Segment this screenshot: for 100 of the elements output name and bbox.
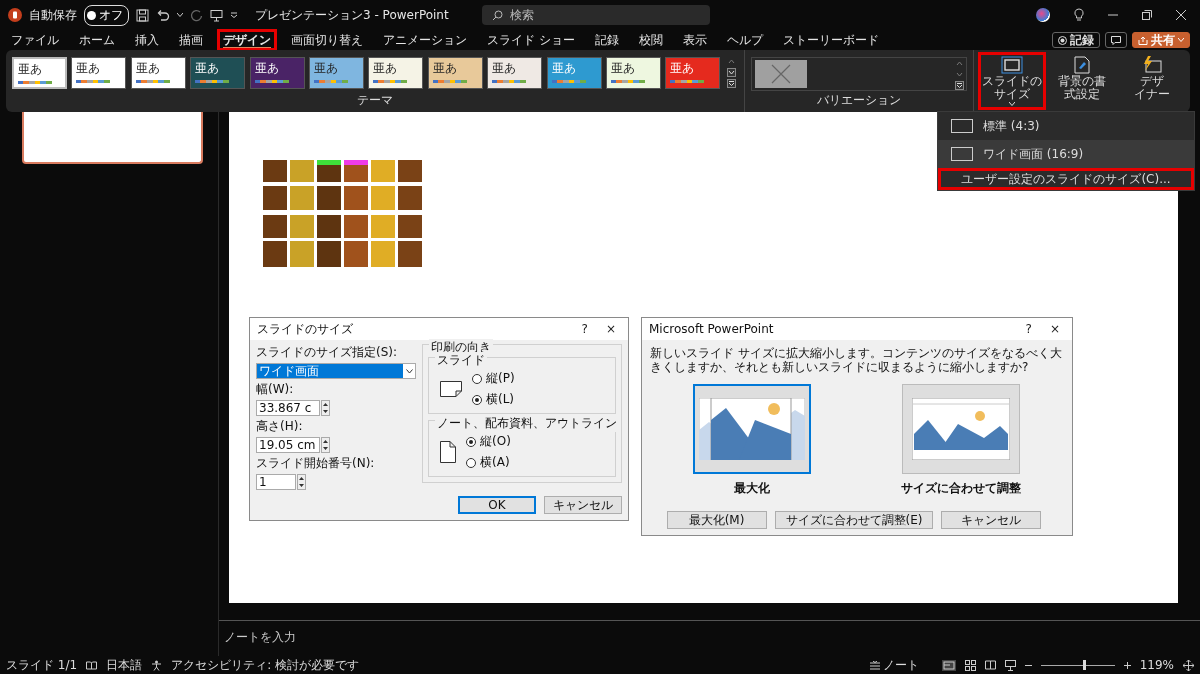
menu-item[interactable]: ワイド画面 (16:9) xyxy=(938,140,1194,168)
scroll-down-button[interactable] xyxy=(726,68,736,77)
swatch-strip xyxy=(670,80,705,83)
option-label: サイズに合わせて調整 xyxy=(901,480,1021,497)
restore-icon[interactable] xyxy=(1142,10,1152,20)
number-field[interactable]: 19.05 cm xyxy=(256,437,320,453)
theme-thumbnail[interactable]: 亜あ xyxy=(308,57,364,89)
save-icon[interactable] xyxy=(136,8,149,22)
more-button[interactable] xyxy=(726,79,736,88)
ribbon-button[interactable]: スライドの サイズ xyxy=(978,52,1046,110)
cross-icon xyxy=(771,64,791,84)
slide-frame-icon xyxy=(1001,56,1023,74)
book-icon[interactable] xyxy=(86,660,98,670)
grid-view-icon[interactable] xyxy=(964,659,976,671)
ribbon-tab[interactable]: ヘルプ xyxy=(720,31,769,49)
caret-icon xyxy=(406,368,413,374)
ribbon-tab[interactable]: 挿入 xyxy=(129,31,165,49)
theme-thumbnail[interactable]: 亜あ xyxy=(12,57,67,89)
customize-caret-icon[interactable] xyxy=(230,12,238,18)
language-label[interactable]: 日本語 xyxy=(106,656,143,674)
variant-thumbnail[interactable] xyxy=(755,60,807,88)
spinner-icon[interactable] xyxy=(321,400,330,416)
paint-page-icon xyxy=(1073,56,1091,74)
ribbon-tab[interactable]: ストーリーボード xyxy=(776,31,885,49)
record-button[interactable]: 記録 xyxy=(1052,32,1100,48)
radio-option[interactable]: 縦(O) xyxy=(466,433,511,450)
presenter-icon[interactable] xyxy=(1004,659,1016,671)
spinner-icon[interactable] xyxy=(297,474,306,490)
accessibility-icon[interactable] xyxy=(151,659,163,671)
radio-button[interactable] xyxy=(472,373,482,384)
option-card[interactable] xyxy=(693,384,811,474)
share-icon xyxy=(1138,35,1148,45)
plus-icon[interactable] xyxy=(1123,661,1131,669)
number-field[interactable]: 33.867 c xyxy=(256,400,320,416)
normal-view-icon[interactable] xyxy=(941,659,956,671)
ribbon-button[interactable]: デザ イナー xyxy=(1118,52,1186,110)
theme-thumbnail[interactable]: 亜あ xyxy=(665,57,721,89)
theme-thumbnail[interactable]: 亜あ xyxy=(605,57,661,89)
fit-slide-icon[interactable] xyxy=(1183,659,1194,671)
redo-icon[interactable] xyxy=(190,8,203,22)
ribbon-tab[interactable]: ファイル xyxy=(5,31,65,49)
theme-thumbnail[interactable]: 亜あ xyxy=(368,57,424,89)
caret-icon[interactable] xyxy=(177,13,183,17)
help-button[interactable]: ? xyxy=(1025,322,1032,336)
option-card[interactable] xyxy=(902,384,1020,474)
number-field[interactable]: 1 xyxy=(256,474,296,490)
swatch-strip xyxy=(551,80,586,83)
search-field[interactable]: 検索 xyxy=(482,5,710,25)
dialog-button[interactable]: サイズに合わせて調整(E) xyxy=(774,511,934,529)
menu-item[interactable]: 標準 (4:3) xyxy=(938,112,1194,140)
close-button[interactable]: × xyxy=(1049,322,1060,336)
theme-thumbnail[interactable]: 亜あ xyxy=(249,57,305,89)
ribbon-tab[interactable]: 校閲 xyxy=(632,31,669,49)
zoom-level[interactable]: 119% xyxy=(1139,658,1174,672)
more-button[interactable] xyxy=(955,80,964,90)
close-button[interactable]: × xyxy=(605,322,616,336)
dialog-message: 新しいスライド サイズに拡大縮小します。コンテンツのサイズをなるべく大きくしますか、それとも新しいスライドに収まるように縮小しますか? xyxy=(650,346,1063,374)
comment-button[interactable] xyxy=(1105,32,1127,48)
radio-button[interactable] xyxy=(466,457,476,468)
radio-option[interactable]: 縦(P) xyxy=(472,370,515,387)
ribbon-tab[interactable]: 画面切り替え xyxy=(285,31,369,49)
share-button[interactable]: 共有 xyxy=(1132,32,1190,48)
radio-option[interactable]: 横(A) xyxy=(466,454,511,471)
present-icon[interactable] xyxy=(210,8,223,22)
swatch-strip xyxy=(432,80,467,83)
ribbon-tab[interactable]: 描画 xyxy=(173,31,209,49)
dialog-button[interactable]: キャンセル xyxy=(544,496,622,514)
undo-icon[interactable] xyxy=(156,8,170,22)
slide-thumbnail[interactable] xyxy=(22,112,203,164)
autosave-toggle[interactable]: オフ xyxy=(84,4,129,26)
ribbon-tab[interactable]: スライド ショー xyxy=(481,31,581,49)
theme-thumbnail[interactable]: 亜あ xyxy=(130,57,186,89)
dialog-button[interactable]: キャンセル xyxy=(941,511,1042,529)
radio-button[interactable] xyxy=(472,394,482,405)
lightbulb-icon[interactable] xyxy=(1074,8,1084,22)
radio-option[interactable]: 横(L) xyxy=(472,391,515,408)
notes-prompt[interactable]: ノートを入力 xyxy=(224,630,296,644)
theme-thumbnail[interactable]: 亜あ xyxy=(487,57,543,89)
theme-thumbnail[interactable]: 亜あ xyxy=(71,57,127,89)
slider-thumb[interactable] xyxy=(1082,659,1086,670)
ribbon-tab[interactable]: アニメーション xyxy=(377,31,473,49)
avatar[interactable] xyxy=(1036,8,1050,22)
close-icon[interactable] xyxy=(1176,10,1186,20)
ribbon-tab[interactable]: 表示 xyxy=(676,31,713,49)
field-label: 高さ(H): xyxy=(256,418,304,435)
theme-thumbnail[interactable]: 亜あ xyxy=(427,57,483,89)
menu-item[interactable]: ユーザー設定のスライドのサイズ(C)... xyxy=(938,168,1194,190)
spinner-icon[interactable] xyxy=(321,437,330,453)
help-button[interactable]: ? xyxy=(581,322,588,336)
reading-view-icon[interactable] xyxy=(984,660,996,670)
size-dropdown[interactable]: ワイド画面 xyxy=(256,363,416,379)
ribbon-tab[interactable]: ホーム xyxy=(73,31,121,49)
accessibility-status[interactable]: アクセシビリティ: 検討が必要です xyxy=(171,656,359,674)
ribbon-tab[interactable]: 記録 xyxy=(588,31,625,49)
radio-button[interactable] xyxy=(466,436,476,447)
ribbon-button[interactable]: 背景の書 式設定 xyxy=(1048,52,1116,110)
theme-thumbnail[interactable]: 亜あ xyxy=(190,57,246,89)
dialog-button[interactable]: OK xyxy=(458,496,536,514)
dialog-button[interactable]: 最大化(M) xyxy=(666,511,767,529)
notes-button[interactable]: ノート xyxy=(869,656,919,674)
